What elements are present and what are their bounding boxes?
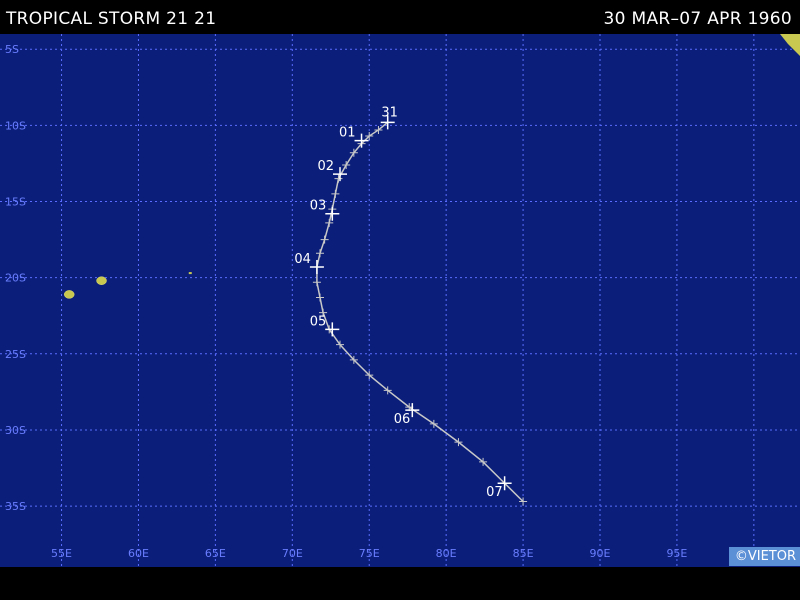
day-label: 04	[294, 252, 311, 267]
land-mauritius	[96, 276, 107, 285]
lat-tick-label: 15S	[5, 196, 26, 209]
land-reunion	[63, 290, 75, 299]
lon-tick-label: 65E	[205, 547, 226, 560]
lon-tick-label: 55E	[51, 547, 72, 560]
ocean-background	[0, 34, 800, 567]
lon-tick-label: 60E	[128, 547, 149, 560]
day-label: 06	[394, 412, 411, 427]
lon-tick-label: 85E	[513, 547, 534, 560]
storm-title: TROPICAL STORM 21 21	[6, 9, 217, 29]
footer-bar	[0, 567, 800, 600]
track-map: 31 01 02 03 04 05 06 07 55E 60E 65E 70E 75E 80E 85E 90…	[0, 34, 800, 567]
header-bar: TROPICAL STORM 21 21 30 MAR–07 APR 1960	[0, 0, 800, 34]
land-rodrigues	[188, 272, 192, 275]
day-label: 07	[486, 485, 503, 500]
lon-tick-label: 95E	[666, 547, 687, 560]
lat-tick-label: 35S	[5, 500, 26, 513]
lon-tick-label: 80E	[436, 547, 457, 560]
day-label: 05	[310, 314, 327, 329]
lat-tick-label: 5S	[5, 43, 19, 56]
day-label: 01	[339, 126, 356, 141]
lat-tick-label: 30S	[5, 424, 26, 437]
vietor-credit: ©VIETOR	[728, 547, 800, 566]
lon-tick-label: 90E	[590, 547, 611, 560]
lat-tick-label: 25S	[5, 348, 26, 361]
lat-tick-label: 10S	[5, 119, 26, 132]
day-label: 03	[310, 199, 327, 214]
lat-tick-label: 20S	[5, 272, 26, 285]
day-label: 31	[381, 105, 398, 120]
lon-tick-label: 70E	[282, 547, 303, 560]
date-range: 30 MAR–07 APR 1960	[603, 9, 792, 29]
lon-tick-label: 75E	[359, 547, 380, 560]
day-label: 02	[317, 159, 334, 174]
